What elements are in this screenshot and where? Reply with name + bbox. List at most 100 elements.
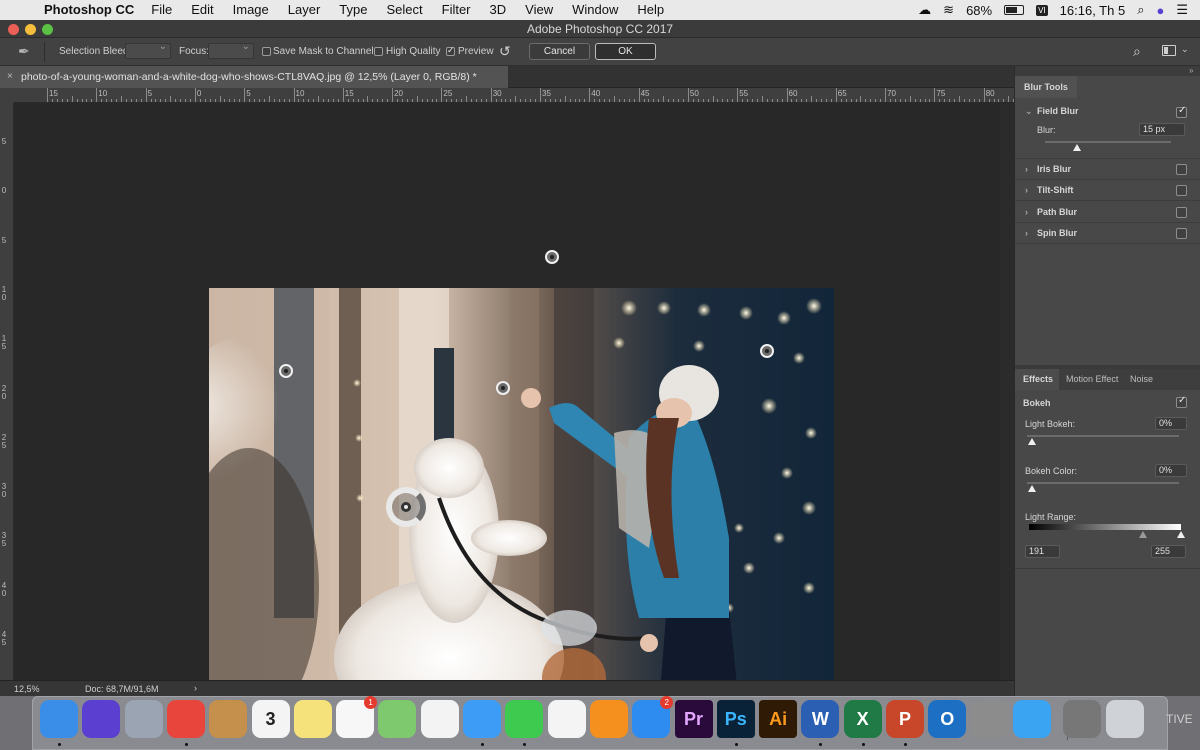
calendar-icon[interactable]: 3 (251, 700, 290, 738)
pin-tool-icon[interactable]: ✒ (18, 43, 30, 60)
menu-view[interactable]: View (525, 0, 553, 20)
search-icon[interactable]: ⌕ (1133, 43, 1141, 60)
tilt-shift-checkbox[interactable] (1176, 185, 1187, 196)
outlook-icon[interactable]: O (928, 700, 967, 738)
spin-blur-checkbox[interactable] (1176, 228, 1187, 239)
battery-percent[interactable]: 68% (966, 3, 992, 18)
chevron-right-icon[interactable]: › (1025, 159, 1028, 179)
close-tab-icon[interactable]: × (7, 66, 13, 88)
workspace-chevron-icon[interactable]: ⌄ (1181, 44, 1189, 55)
close-window-button[interactable] (8, 24, 19, 35)
menu-image[interactable]: Image (233, 0, 269, 20)
blur-pin[interactable] (760, 344, 774, 358)
launchpad-icon[interactable] (124, 700, 163, 738)
blur-pin[interactable] (545, 250, 559, 264)
light-bokeh-slider-track[interactable] (1027, 435, 1179, 437)
iris-blur-row[interactable]: › Iris Blur (1015, 159, 1200, 180)
cancel-button[interactable]: Cancel (529, 43, 590, 60)
horizontal-ruler[interactable]: 15 10 5 0 5 10 15 20 25 30 35 40 45 50 55 60 65 70 75 80 (14, 88, 1014, 103)
light-bokeh-input[interactable]: 0% (1155, 417, 1187, 430)
illustrator-icon[interactable]: Ai (759, 700, 798, 738)
ok-button[interactable]: OK (595, 43, 656, 60)
system-preferences-icon[interactable] (970, 700, 1009, 738)
menu-edit[interactable]: Edit (191, 0, 213, 20)
blur-pin[interactable] (279, 364, 293, 378)
save-mask-checkbox[interactable] (262, 47, 271, 56)
blur-pin[interactable] (496, 381, 510, 395)
chevron-right-icon[interactable]: › (1025, 180, 1028, 200)
document-photo[interactable] (209, 288, 834, 705)
light-bokeh-slider-thumb[interactable] (1028, 438, 1036, 445)
menu-3d[interactable]: 3D (490, 0, 507, 20)
light-range-high-thumb[interactable] (1177, 531, 1185, 538)
battery-icon[interactable] (1004, 5, 1025, 15)
siri-icon[interactable] (82, 700, 121, 738)
tab-effects[interactable]: Effects (1015, 369, 1059, 390)
selection-bleed-dropdown[interactable] (125, 41, 171, 59)
light-range-low-thumb[interactable] (1139, 531, 1147, 538)
menu-app-name[interactable]: Photoshop CC (44, 0, 134, 20)
safari-icon[interactable] (1012, 700, 1051, 738)
menu-window[interactable]: Window (572, 0, 618, 20)
photos-icon[interactable] (420, 700, 459, 738)
powerpoint-icon[interactable]: P (886, 700, 924, 738)
panel-collapse-icon[interactable]: » (1189, 66, 1193, 75)
zoom-window-button[interactable] (42, 24, 53, 35)
spotlight-search-icon[interactable]: ⌕ (1137, 2, 1144, 18)
maps-icon[interactable] (378, 700, 417, 738)
trash-icon[interactable] (1105, 700, 1144, 738)
bokeh-color-slider-thumb[interactable] (1028, 485, 1036, 492)
notes-icon[interactable] (293, 700, 332, 738)
menu-file[interactable]: File (151, 0, 172, 20)
field-blur-checkbox[interactable] (1176, 105, 1187, 118)
path-blur-checkbox[interactable] (1176, 207, 1187, 218)
light-range-low-input[interactable]: 191 (1025, 545, 1060, 558)
zoom-level[interactable]: 12,5% (14, 684, 40, 694)
blur-amount-input[interactable]: 15 px (1139, 123, 1185, 136)
word-icon[interactable]: W (801, 700, 840, 738)
document-tab[interactable]: × photo-of-a-young-woman-and-a-white-dog… (0, 66, 508, 88)
messages-icon[interactable] (463, 700, 501, 738)
siri-menu-icon[interactable]: ● (1156, 3, 1164, 18)
blur-slider-thumb[interactable] (1072, 144, 1081, 151)
ruler-origin[interactable] (0, 88, 14, 103)
tilt-shift-row[interactable]: › Tilt-Shift (1015, 180, 1200, 201)
high-quality-checkbox[interactable] (374, 47, 383, 56)
excel-icon[interactable]: X (843, 700, 882, 738)
chevron-right-icon[interactable]: › (1025, 223, 1028, 243)
ibooks-icon[interactable] (589, 700, 628, 738)
focus-dropdown[interactable] (208, 41, 254, 59)
bokeh-color-slider-track[interactable] (1027, 482, 1179, 484)
menu-help[interactable]: Help (637, 0, 664, 20)
document-canvas[interactable] (14, 103, 1000, 705)
minimize-window-button[interactable] (25, 24, 36, 35)
contacts-icon[interactable] (209, 700, 248, 738)
tab-motion-effect[interactable]: Motion Effect (1066, 369, 1118, 390)
itunes-icon[interactable] (547, 700, 586, 738)
wifi-icon[interactable]: ≋ (943, 2, 954, 18)
menu-filter[interactable]: Filter (442, 0, 471, 20)
notification-center-icon[interactable]: ☰ (1176, 2, 1188, 18)
reset-pins-icon[interactable]: ↺ (499, 43, 511, 60)
status-menu-arrow[interactable]: › (194, 683, 197, 693)
light-range-gradient[interactable] (1029, 524, 1181, 530)
workspace-switcher-icon[interactable] (1162, 45, 1176, 56)
chrome-icon[interactable] (166, 700, 205, 738)
light-range-high-input[interactable]: 255 (1151, 545, 1186, 558)
menu-layer[interactable]: Layer (288, 0, 321, 20)
spin-blur-row[interactable]: › Spin Blur (1015, 223, 1200, 244)
premiere-icon[interactable]: Pr (674, 700, 713, 738)
clock[interactable]: 16:16, Th 5 (1060, 3, 1126, 18)
vertical-scrollbar[interactable] (1000, 103, 1014, 680)
chevron-down-icon[interactable]: ⌄ (1025, 101, 1033, 121)
menu-type[interactable]: Type (339, 0, 367, 20)
path-blur-row[interactable]: › Path Blur (1015, 202, 1200, 223)
finder-icon[interactable] (40, 700, 78, 738)
active-blur-pin-ring[interactable] (386, 487, 426, 527)
preview-checkbox[interactable] (446, 45, 455, 56)
input-method-icon[interactable]: VI (1036, 4, 1048, 16)
bokeh-checkbox[interactable] (1176, 395, 1187, 408)
chevron-right-icon[interactable]: › (1025, 202, 1028, 222)
blur-slider-track[interactable] (1045, 141, 1171, 143)
blur-tools-tab[interactable]: Blur Tools (1015, 76, 1077, 98)
